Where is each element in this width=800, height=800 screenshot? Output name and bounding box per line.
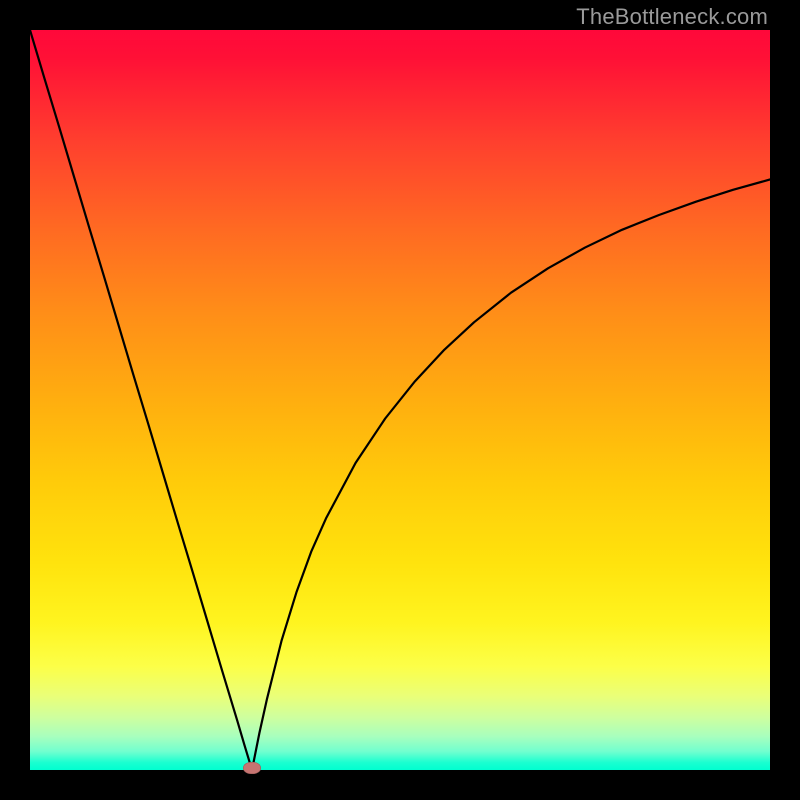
minimum-marker bbox=[243, 762, 261, 774]
chart-frame: TheBottleneck.com bbox=[0, 0, 800, 800]
watermark-text: TheBottleneck.com bbox=[576, 4, 768, 30]
bottleneck-curve bbox=[30, 30, 770, 770]
plot-area bbox=[30, 30, 770, 770]
curve-path bbox=[30, 30, 770, 770]
